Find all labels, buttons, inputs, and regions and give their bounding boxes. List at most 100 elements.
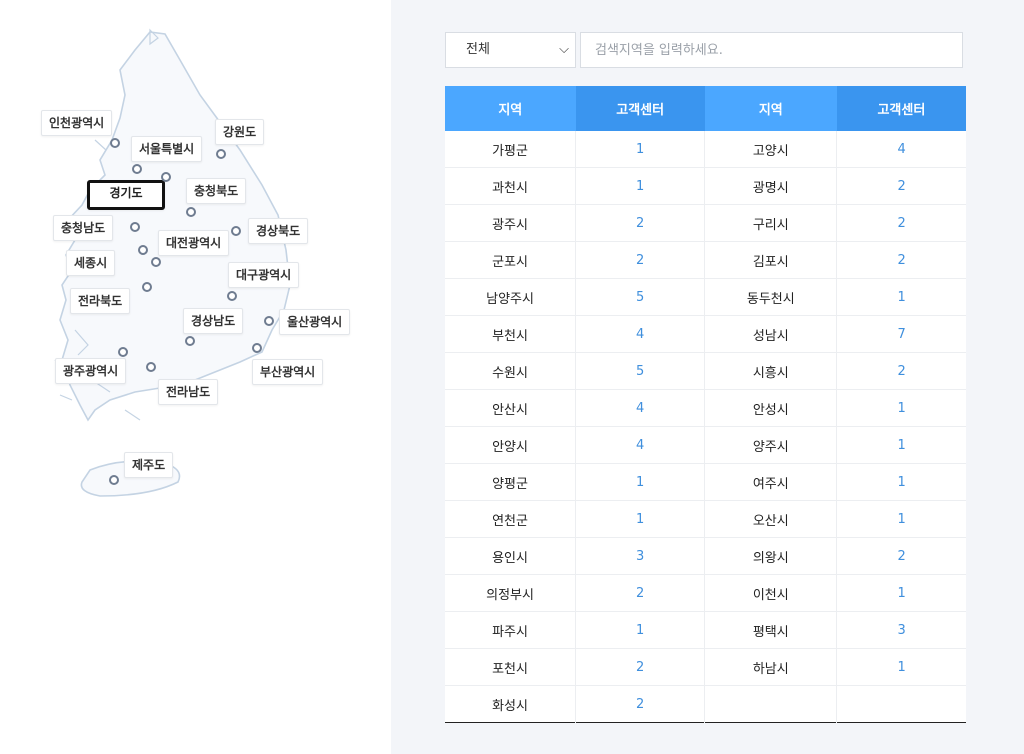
table-row: 연천군 1 오산시 1 [445, 500, 966, 538]
column-header-centers: 고객센터 [575, 86, 705, 131]
region-name-cell: 김포시 [704, 241, 838, 279]
region-name-cell: 양주시 [704, 426, 838, 464]
region-marker-daegu[interactable] [227, 291, 237, 301]
korea-map-panel: 인천광역시 서울특별시 강원도 경기도 충청북도 충청남도 대전광역시 경상북도… [0, 0, 391, 754]
region-name-cell: 포천시 [445, 648, 577, 686]
center-count-cell: 1 [836, 463, 966, 501]
center-count-cell: 2 [575, 648, 706, 686]
region-marker-incheon[interactable] [110, 138, 120, 148]
region-label-jeju[interactable]: 제주도 [124, 452, 174, 478]
region-marker-gyeongbuk[interactable] [231, 226, 241, 236]
region-name-cell: 남양주시 [445, 278, 577, 316]
region-label-sejong[interactable]: 세종시 [66, 250, 116, 276]
center-count-cell: 4 [575, 426, 706, 464]
filter-bar: 전체 ⌵ [445, 32, 963, 68]
region-marker-busan[interactable] [252, 343, 262, 353]
table-row: 용인시 3 의왕시 2 [445, 537, 966, 575]
region-name-cell: 의왕시 [704, 537, 838, 575]
center-count-cell: 4 [836, 131, 966, 168]
table-row: 수원시 5 시흥시 2 [445, 352, 966, 390]
region-name-cell: 오산시 [704, 500, 838, 538]
region-name-cell: 광명시 [704, 167, 838, 205]
center-count-cell [837, 686, 966, 723]
center-count-cell: 7 [836, 315, 966, 353]
region-name-cell: 광주시 [445, 204, 577, 242]
table-row: 남양주시 5 동두천시 1 [445, 278, 966, 316]
region-name-cell: 연천군 [445, 500, 577, 538]
region-name-cell: 양평군 [445, 463, 577, 501]
table-body: 가평군 1 고양시 4 과천시 1 광명시 2 광주시 2 구리시 2 군포시 2 김포시 2 남양주시 5 동두천… [445, 131, 966, 723]
region-name-cell: 동두천시 [704, 278, 838, 316]
region-label-gyeongbuk[interactable]: 경상북도 [248, 218, 309, 244]
region-marker-gangwon[interactable] [216, 149, 226, 159]
region-name-cell: 용인시 [445, 537, 577, 575]
region-name-cell: 가평군 [445, 131, 577, 168]
center-count-cell: 1 [836, 389, 966, 427]
region-name-cell: 군포시 [445, 241, 577, 279]
center-count-cell: 1 [575, 463, 706, 501]
center-count-cell: 1 [836, 574, 966, 612]
region-name-cell: 안산시 [445, 389, 577, 427]
region-label-gyeonggi[interactable]: 경기도 [87, 180, 165, 210]
center-count-cell: 3 [836, 611, 966, 649]
center-count-cell: 5 [575, 278, 706, 316]
region-label-gwangju[interactable]: 광주광역시 [55, 358, 127, 384]
region-marker-ulsan[interactable] [264, 316, 274, 326]
region-label-busan[interactable]: 부산광역시 [252, 359, 324, 385]
center-count-cell: 2 [575, 241, 706, 279]
region-name-cell: 여주시 [704, 463, 838, 501]
center-count-cell: 1 [836, 278, 966, 316]
region-marker-gyeonggi[interactable] [161, 172, 171, 182]
region-marker-gwangju[interactable] [118, 347, 128, 357]
search-input[interactable] [580, 32, 963, 68]
table-row: 광주시 2 구리시 2 [445, 204, 966, 242]
center-count-cell: 4 [575, 389, 706, 427]
table-row: 파주시 1 평택시 3 [445, 611, 966, 649]
region-name-cell [704, 685, 838, 723]
center-count-cell: 2 [836, 537, 966, 575]
region-marker-chungnam[interactable] [130, 222, 140, 232]
region-marker-chungbuk[interactable] [186, 207, 196, 217]
region-name-cell: 안성시 [704, 389, 838, 427]
table-row: 과천시 1 광명시 2 [445, 167, 966, 205]
region-label-chungbuk[interactable]: 충청북도 [186, 178, 247, 204]
region-name-cell: 성남시 [704, 315, 838, 353]
region-label-incheon[interactable]: 인천광역시 [41, 110, 113, 136]
region-label-daejeon[interactable]: 대전광역시 [158, 230, 230, 256]
region-marker-jeonbuk[interactable] [142, 282, 152, 292]
region-marker-gyeongnam[interactable] [185, 336, 195, 346]
region-label-gyeongnam[interactable]: 경상남도 [183, 308, 244, 334]
region-label-chungnam[interactable]: 충청남도 [53, 215, 114, 241]
center-count-cell: 4 [575, 315, 706, 353]
region-name-cell: 구리시 [704, 204, 838, 242]
region-marker-jeonnam[interactable] [146, 362, 156, 372]
region-label-jeonbuk[interactable]: 전라북도 [70, 288, 131, 314]
region-name-cell: 하남시 [704, 648, 838, 686]
region-name-cell: 이천시 [704, 574, 838, 612]
region-marker-seoul[interactable] [132, 164, 142, 174]
region-label-ulsan[interactable]: 울산광역시 [279, 309, 351, 335]
region-name-cell: 안양시 [445, 426, 577, 464]
center-count-cell: 1 [575, 131, 706, 168]
center-count-cell: 2 [575, 685, 706, 723]
center-count-cell: 5 [575, 352, 706, 390]
center-count-cell: 3 [575, 537, 706, 575]
table-row: 의정부시 2 이천시 1 [445, 574, 966, 612]
table-row: 안산시 4 안성시 1 [445, 389, 966, 427]
table-header-row: 지역 고객센터 지역 고객센터 [445, 86, 966, 131]
center-count-cell: 1 [836, 500, 966, 538]
region-label-gangwon[interactable]: 강원도 [215, 119, 265, 145]
customer-center-panel: 전체 ⌵ 지역 고객센터 지역 고객센터 가평군1고양시4과천시1광명시2광주시… [391, 0, 1024, 754]
region-marker-jeju[interactable] [109, 475, 119, 485]
center-count-cell: 2 [575, 574, 706, 612]
region-name-cell: 과천시 [445, 167, 577, 205]
region-name-cell: 부천시 [445, 315, 577, 353]
region-label-daegu[interactable]: 대구광역시 [228, 262, 300, 288]
chevron-down-icon: ⌵ [559, 42, 569, 57]
region-select[interactable]: 전체 ⌵ [445, 32, 576, 68]
region-marker-daejeon[interactable] [151, 257, 161, 267]
center-count-cell: 2 [836, 241, 966, 279]
region-marker-sejong[interactable] [138, 245, 148, 255]
region-label-jeonnam[interactable]: 전라남도 [158, 379, 219, 405]
region-label-seoul[interactable]: 서울특별시 [131, 136, 203, 162]
